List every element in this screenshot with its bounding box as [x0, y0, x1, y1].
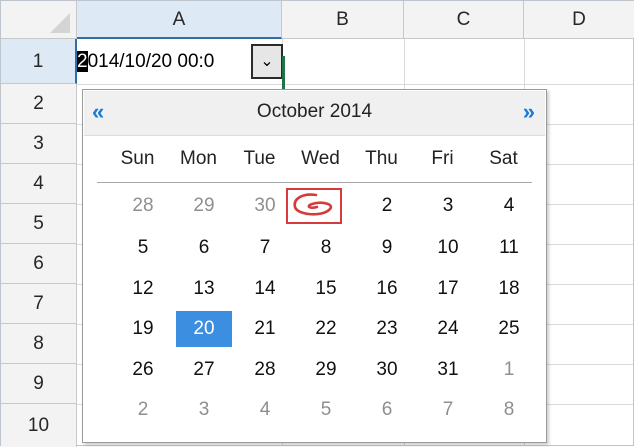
- row-header-10[interactable]: 10: [1, 404, 77, 447]
- day-cell[interactable]: 5: [115, 230, 171, 266]
- row-header-7[interactable]: 7: [1, 284, 77, 324]
- day-cell[interactable]: 2: [359, 188, 415, 224]
- row-header-5[interactable]: 5: [1, 204, 77, 244]
- day-cell[interactable]: 30: [359, 352, 415, 388]
- dropdown-button[interactable]: ⌄: [251, 44, 283, 79]
- weekday-header-thu: Thu: [365, 148, 398, 169]
- day-cell[interactable]: 13: [176, 271, 232, 307]
- day-cell[interactable]: 8: [298, 230, 354, 266]
- row-header-9[interactable]: 9: [1, 364, 77, 404]
- column-header-d[interactable]: D: [524, 1, 634, 39]
- day-cell[interactable]: 30: [237, 188, 293, 224]
- day-cell[interactable]: 26: [115, 352, 171, 388]
- text-cursor: 2: [77, 51, 88, 72]
- row-header-8[interactable]: 8: [1, 324, 77, 364]
- day-cell[interactable]: 1: [481, 352, 537, 388]
- day-cell[interactable]: 28: [237, 352, 293, 388]
- spreadsheet-grid: A B C D 1 2 3 4 5 6 7 8 9 10 2014/10/20 …: [0, 0, 634, 447]
- chevron-down-icon: ⌄: [260, 53, 274, 70]
- day-cell[interactable]: 29: [298, 352, 354, 388]
- day-cell[interactable]: 15: [298, 271, 354, 307]
- select-all-corner[interactable]: [1, 1, 77, 39]
- day-cell[interactable]: 21: [237, 311, 293, 347]
- day-cell[interactable]: 3: [420, 188, 476, 224]
- row-header-4[interactable]: 4: [1, 164, 77, 204]
- day-cell[interactable]: 8: [481, 392, 537, 428]
- day-cell[interactable]: 2: [115, 392, 171, 428]
- day-cell[interactable]: 3: [176, 392, 232, 428]
- day-cell[interactable]: 22: [298, 311, 354, 347]
- day-cell[interactable]: 5: [298, 392, 354, 428]
- day-cell[interactable]: 4: [481, 188, 537, 224]
- red-circle-icon: [293, 193, 333, 216]
- day-cell[interactable]: 27: [176, 352, 232, 388]
- cell-a1-text: 014/10/20 00:0: [87, 51, 215, 72]
- column-header-a[interactable]: A: [77, 1, 282, 39]
- weekday-header-fri: Fri: [431, 148, 454, 169]
- day-cell[interactable]: 31: [420, 352, 476, 388]
- weekday-separator: [97, 182, 532, 183]
- column-header-c[interactable]: C: [404, 1, 524, 39]
- day-cell[interactable]: 19: [115, 311, 171, 347]
- column-header-b[interactable]: B: [282, 1, 404, 39]
- row-header-1[interactable]: 1: [1, 39, 77, 84]
- day-cell[interactable]: 29: [176, 188, 232, 224]
- weekday-header-sun: Sun: [120, 148, 155, 169]
- date-picker-calendar: « October 2014 » Sun Mon Tue Wed Thu Fri…: [82, 89, 547, 443]
- cell-a1-value[interactable]: 2014/10/20 00:0: [77, 51, 214, 73]
- day-cell[interactable]: 14: [237, 271, 293, 307]
- day-cell[interactable]: 11: [481, 230, 537, 266]
- next-month-button[interactable]: »: [523, 97, 535, 127]
- weekday-header-mon: Mon: [180, 148, 217, 169]
- day-cell[interactable]: 10: [420, 230, 476, 266]
- day-cell[interactable]: 28: [115, 188, 171, 224]
- day-cell[interactable]: 7: [420, 392, 476, 428]
- weekday-header-sat: Sat: [489, 148, 518, 169]
- day-cell[interactable]: 23: [359, 311, 415, 347]
- selected-day-cell[interactable]: 20: [176, 311, 232, 347]
- day-cell[interactable]: 4: [237, 392, 293, 428]
- row-header-2[interactable]: 2: [1, 84, 77, 124]
- active-cell-border: [282, 56, 285, 92]
- day-cell[interactable]: 17: [420, 271, 476, 307]
- today-day-cell[interactable]: [286, 188, 342, 224]
- row-header-3[interactable]: 3: [1, 124, 77, 164]
- month-title[interactable]: October 2014: [84, 101, 545, 123]
- day-cell[interactable]: 9: [359, 230, 415, 266]
- weekday-header-tue: Tue: [243, 148, 276, 169]
- weekday-header-wed: Wed: [301, 148, 340, 169]
- day-cell[interactable]: 6: [359, 392, 415, 428]
- day-cell[interactable]: 16: [359, 271, 415, 307]
- row-header-6[interactable]: 6: [1, 244, 77, 284]
- day-cell[interactable]: 18: [481, 271, 537, 307]
- day-cell[interactable]: 24: [420, 311, 476, 347]
- calendar-header: « October 2014 »: [84, 91, 545, 136]
- cell-a1-editor[interactable]: 2014/10/20 00:0 ⌄: [77, 39, 283, 84]
- day-cell[interactable]: 12: [115, 271, 171, 307]
- gridline: [77, 84, 633, 85]
- day-cell[interactable]: 7: [237, 230, 293, 266]
- day-cell[interactable]: 25: [481, 311, 537, 347]
- day-cell[interactable]: 6: [176, 230, 232, 266]
